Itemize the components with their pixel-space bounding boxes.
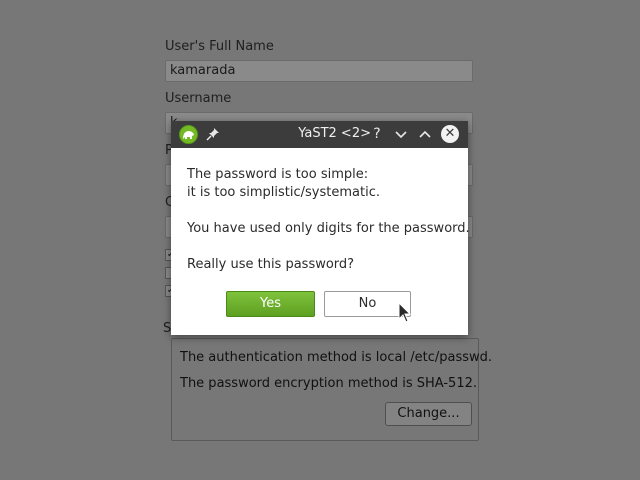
encryption-method-text: The password encryption method is SHA-51…: [180, 376, 477, 391]
message-line-2: it is too simplistic/systematic.: [187, 185, 380, 200]
full-name-label: User's Full Name: [165, 39, 274, 54]
minimize-icon[interactable]: [392, 125, 410, 143]
message-line-1: The password is too simple:: [187, 167, 369, 182]
change-button[interactable]: Change...: [385, 402, 472, 426]
help-icon[interactable]: ?: [368, 125, 386, 143]
yast-chameleon-icon[interactable]: [179, 125, 198, 144]
dialog-titlebar[interactable]: YaST2 <2> ? ✕: [171, 121, 468, 148]
full-name-field[interactable]: kamarada: [165, 60, 473, 82]
auth-method-text: The authentication method is local /etc/…: [180, 350, 493, 365]
message-line-4: Really use this password?: [187, 257, 355, 272]
pin-icon[interactable]: [206, 127, 220, 141]
yes-button[interactable]: Yes: [226, 291, 315, 317]
mouse-cursor-icon: [398, 302, 412, 323]
password-warning-dialog: YaST2 <2> ? ✕ The password is too simple…: [171, 121, 470, 335]
close-icon[interactable]: ✕: [441, 125, 459, 143]
dialog-title: YaST2 <2>: [298, 126, 371, 141]
message-line-3: You have used only digits for the passwo…: [187, 221, 470, 236]
username-label: Username: [165, 91, 232, 106]
maximize-icon[interactable]: [416, 125, 434, 143]
